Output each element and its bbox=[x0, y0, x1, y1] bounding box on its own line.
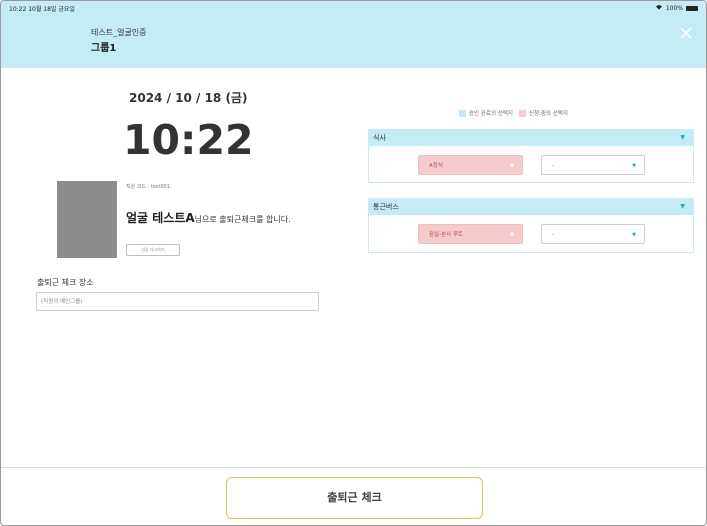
meal-secondary-select[interactable]: - ▼ bbox=[541, 155, 645, 175]
status-time: 10:22 10월 18일 금요일 bbox=[9, 4, 75, 13]
bus-select-value: 잠실-본사 루트 bbox=[429, 232, 464, 238]
current-clock: 10:22 bbox=[123, 116, 254, 164]
meal-select[interactable]: A정식 ▼ bbox=[418, 155, 523, 175]
status-time-text: 10:22 bbox=[9, 6, 27, 13]
section-bus-title: 통근버스 bbox=[373, 203, 399, 211]
chevron-down-icon: ▼ bbox=[510, 232, 514, 238]
user-suffix: 님으로 출퇴근체크를 합니다. bbox=[194, 215, 291, 224]
face-photo bbox=[57, 181, 117, 258]
chevron-down-icon: ▼ bbox=[632, 232, 636, 238]
section-bus: 통근버스 ▼ 잠실-본사 루트 ▼ - ▼ bbox=[368, 198, 694, 253]
section-meal-title: 식사 bbox=[373, 134, 386, 142]
status-date: 10월 18일 금요일 bbox=[28, 6, 75, 13]
chevron-down-icon: ▼ bbox=[680, 134, 685, 141]
wifi-icon bbox=[655, 4, 663, 12]
meal-secondary-value: - bbox=[552, 163, 554, 169]
bus-secondary-select[interactable]: - ▼ bbox=[541, 224, 645, 244]
employee-code: 직원 코드 : test001 bbox=[126, 184, 170, 190]
section-meal: 식사 ▼ A정식 ▼ - ▼ bbox=[368, 129, 694, 183]
chevron-down-icon: ▼ bbox=[632, 163, 636, 169]
bus-select[interactable]: 잠실-본사 루트 ▼ bbox=[418, 224, 523, 244]
legend-pending: 신청 중의 선택지 bbox=[528, 111, 568, 117]
chevron-down-icon: ▼ bbox=[510, 163, 514, 169]
app-window: 10:22 10월 18일 금요일 100% 테스트_얼굴인증 그룹1 2024… bbox=[0, 0, 707, 526]
current-date: 2024 / 10 / 18 (금) bbox=[129, 91, 248, 105]
legend-approved-swatch bbox=[459, 109, 466, 117]
header-bar: 테스트_얼굴인증 그룹1 bbox=[1, 13, 706, 68]
reauth-button[interactable]: 인증 다시하기 bbox=[126, 244, 180, 256]
header-title: 그룹1 bbox=[91, 43, 117, 54]
section-bus-header[interactable]: 통근버스 ▼ bbox=[369, 199, 693, 215]
location-input[interactable]: (직원의 메인그룹) bbox=[36, 292, 319, 311]
bus-secondary-value: - bbox=[552, 232, 554, 238]
battery-icon bbox=[686, 5, 698, 11]
location-label: 출퇴근 체크 장소 bbox=[37, 278, 94, 287]
user-greeting: 얼굴 테스트A님으로 출퇴근체크를 합니다. bbox=[126, 209, 291, 226]
header-subtitle: 테스트_얼굴인증 bbox=[91, 28, 147, 37]
battery-percent: 100% bbox=[665, 4, 683, 12]
legend: 승인 완료의 선택지 신청 중의 선택지 bbox=[459, 109, 568, 117]
footer-divider bbox=[1, 467, 706, 468]
meal-select-value: A정식 bbox=[429, 163, 443, 169]
legend-approved: 승인 완료의 선택지 bbox=[469, 111, 513, 117]
user-name: 얼굴 테스트A bbox=[126, 211, 195, 225]
status-bar: 10:22 10월 18일 금요일 100% bbox=[1, 1, 706, 13]
check-in-out-button[interactable]: 출퇴근 체크 bbox=[226, 477, 483, 519]
legend-pending-swatch bbox=[518, 109, 526, 117]
section-meal-header[interactable]: 식사 ▼ bbox=[369, 130, 693, 146]
status-right: 100% bbox=[655, 4, 698, 12]
close-icon[interactable] bbox=[678, 26, 694, 42]
chevron-down-icon: ▼ bbox=[680, 203, 685, 210]
